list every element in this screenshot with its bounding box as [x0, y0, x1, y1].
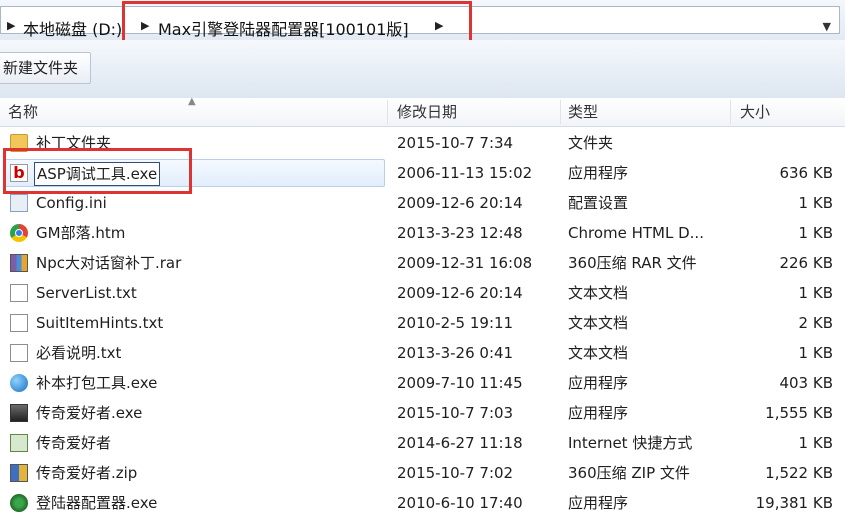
file-size: 1 KB	[798, 284, 833, 302]
column-divider[interactable]	[387, 100, 388, 124]
column-divider[interactable]	[560, 100, 561, 124]
file-type: 配置设置	[568, 194, 629, 212]
list-item[interactable]: 传奇爱好者.zip 2015-10-7 7:02 360压缩 ZIP 文件 1,…	[0, 458, 845, 488]
file-size: 403 KB	[779, 374, 833, 392]
text-file-icon	[10, 314, 28, 332]
file-type: 应用程序	[568, 164, 629, 182]
breadcrumb-drive[interactable]: 本地磁盘 (D:)	[23, 16, 122, 40]
file-size: 1 KB	[798, 194, 833, 212]
file-type: 文本文档	[568, 314, 629, 332]
list-item[interactable]: GM部落.htm 2013-3-23 12:48 Chrome HTML D..…	[0, 218, 845, 248]
chrome-icon	[10, 224, 28, 242]
file-name: SuitItemHints.txt	[36, 314, 164, 332]
file-type: 应用程序	[568, 374, 629, 392]
sort-ascending-icon: ▲	[188, 96, 196, 107]
column-type[interactable]: 类型	[568, 98, 598, 126]
file-type: Internet 快捷方式	[568, 434, 693, 452]
file-name: 传奇爱好者.exe	[36, 404, 143, 422]
column-size[interactable]: 大小	[740, 98, 770, 126]
file-type: 应用程序	[568, 404, 629, 422]
file-date: 2006-11-13 15:02	[397, 164, 533, 182]
file-type: 应用程序	[568, 494, 629, 512]
file-date: 2009-7-10 11:45	[397, 374, 523, 392]
file-name: 补本打包工具.exe	[36, 374, 158, 392]
file-size	[740, 128, 833, 158]
file-type: 360压缩 RAR 文件	[568, 254, 697, 272]
annotation-highlight-box	[122, 1, 472, 44]
file-date: 2009-12-6 20:14	[397, 284, 523, 302]
file-type: 文本文档	[568, 344, 629, 362]
list-item[interactable]: ServerList.txt 2009-12-6 20:14 文本文档 1 KB	[0, 278, 845, 308]
list-item[interactable]: 必看说明.txt 2013-3-26 0:41 文本文档 1 KB	[0, 338, 845, 368]
column-name[interactable]: 名称	[8, 98, 38, 126]
file-date: 2009-12-6 20:14	[397, 194, 523, 212]
file-size: 2 KB	[798, 314, 833, 332]
column-header: ▲ 名称 修改日期 类型 大小	[0, 96, 845, 127]
file-name: ServerList.txt	[36, 284, 137, 302]
file-size: 636 KB	[779, 164, 833, 182]
file-date: 2015-10-7 7:03	[397, 404, 514, 422]
globe-app-icon	[10, 374, 28, 392]
file-size: 1 KB	[798, 224, 833, 242]
config-app-icon	[10, 494, 28, 512]
file-size: 1,555 KB	[765, 404, 833, 422]
column-date[interactable]: 修改日期	[397, 98, 457, 126]
file-name: Npc大对话窗补丁.rar	[36, 254, 182, 272]
file-size: 1 KB	[798, 434, 833, 452]
file-name: GM部落.htm	[36, 224, 126, 242]
file-type: 文件夹	[568, 134, 614, 152]
file-date: 2015-10-7 7:02	[397, 464, 514, 482]
list-item[interactable]: 传奇爱好者.exe 2015-10-7 7:03 应用程序 1,555 KB	[0, 398, 845, 428]
address-bar: ▶ 本地磁盘 (D:) ▶ Max引擎登陆器配置器[100101版] ▶ ▼	[0, 0, 845, 44]
address-dropdown-icon[interactable]: ▼	[823, 20, 831, 33]
file-name: 传奇爱好者	[36, 434, 112, 452]
file-type: 文本文档	[568, 284, 629, 302]
shortcut-icon	[10, 434, 28, 452]
list-item[interactable]: Npc大对话窗补丁.rar 2009-12-31 16:08 360压缩 RAR…	[0, 248, 845, 278]
ini-file-icon	[10, 194, 28, 212]
list-item[interactable]: 补本打包工具.exe 2009-7-10 11:45 应用程序 403 KB	[0, 368, 845, 398]
annotation-highlight-box	[3, 148, 192, 194]
file-date: 2010-2-5 19:11	[397, 314, 514, 332]
file-date: 2013-3-23 12:48	[397, 224, 523, 242]
file-size: 19,381 KB	[755, 494, 833, 512]
column-divider[interactable]	[730, 100, 731, 124]
exe-app-icon	[10, 404, 28, 422]
list-item[interactable]: SuitItemHints.txt 2010-2-5 19:11 文本文档 2 …	[0, 308, 845, 338]
file-size: 1,522 KB	[765, 464, 833, 482]
file-date: 2009-12-31 16:08	[397, 254, 533, 272]
file-date: 2013-3-26 0:41	[397, 344, 514, 362]
file-type: 360压缩 ZIP 文件	[568, 464, 690, 482]
list-item[interactable]: 传奇爱好者 2014-6-27 11:18 Internet 快捷方式 1 KB	[0, 428, 845, 458]
file-date: 2014-6-27 11:18	[397, 434, 523, 452]
file-type: Chrome HTML D...	[568, 224, 704, 242]
text-file-icon	[10, 284, 28, 302]
file-size: 226 KB	[779, 254, 833, 272]
toolbar: 新建文件夹	[0, 40, 845, 99]
list-item[interactable]: 登陆器配置器.exe 2010-6-10 17:40 应用程序 19,381 K…	[0, 488, 845, 518]
new-folder-button[interactable]: 新建文件夹	[0, 52, 92, 84]
breadcrumb-arrow-icon[interactable]: ▶	[7, 19, 15, 32]
file-name: 必看说明.txt	[36, 344, 122, 362]
file-size: 1 KB	[798, 344, 833, 362]
text-file-icon	[10, 344, 28, 362]
rar-archive-icon	[10, 254, 28, 272]
file-name: 传奇爱好者.zip	[36, 464, 138, 482]
file-name: 登陆器配置器.exe	[36, 494, 158, 512]
zip-archive-icon	[10, 464, 28, 482]
file-date: 2015-10-7 7:34	[397, 134, 514, 152]
file-date: 2010-6-10 17:40	[397, 494, 523, 512]
